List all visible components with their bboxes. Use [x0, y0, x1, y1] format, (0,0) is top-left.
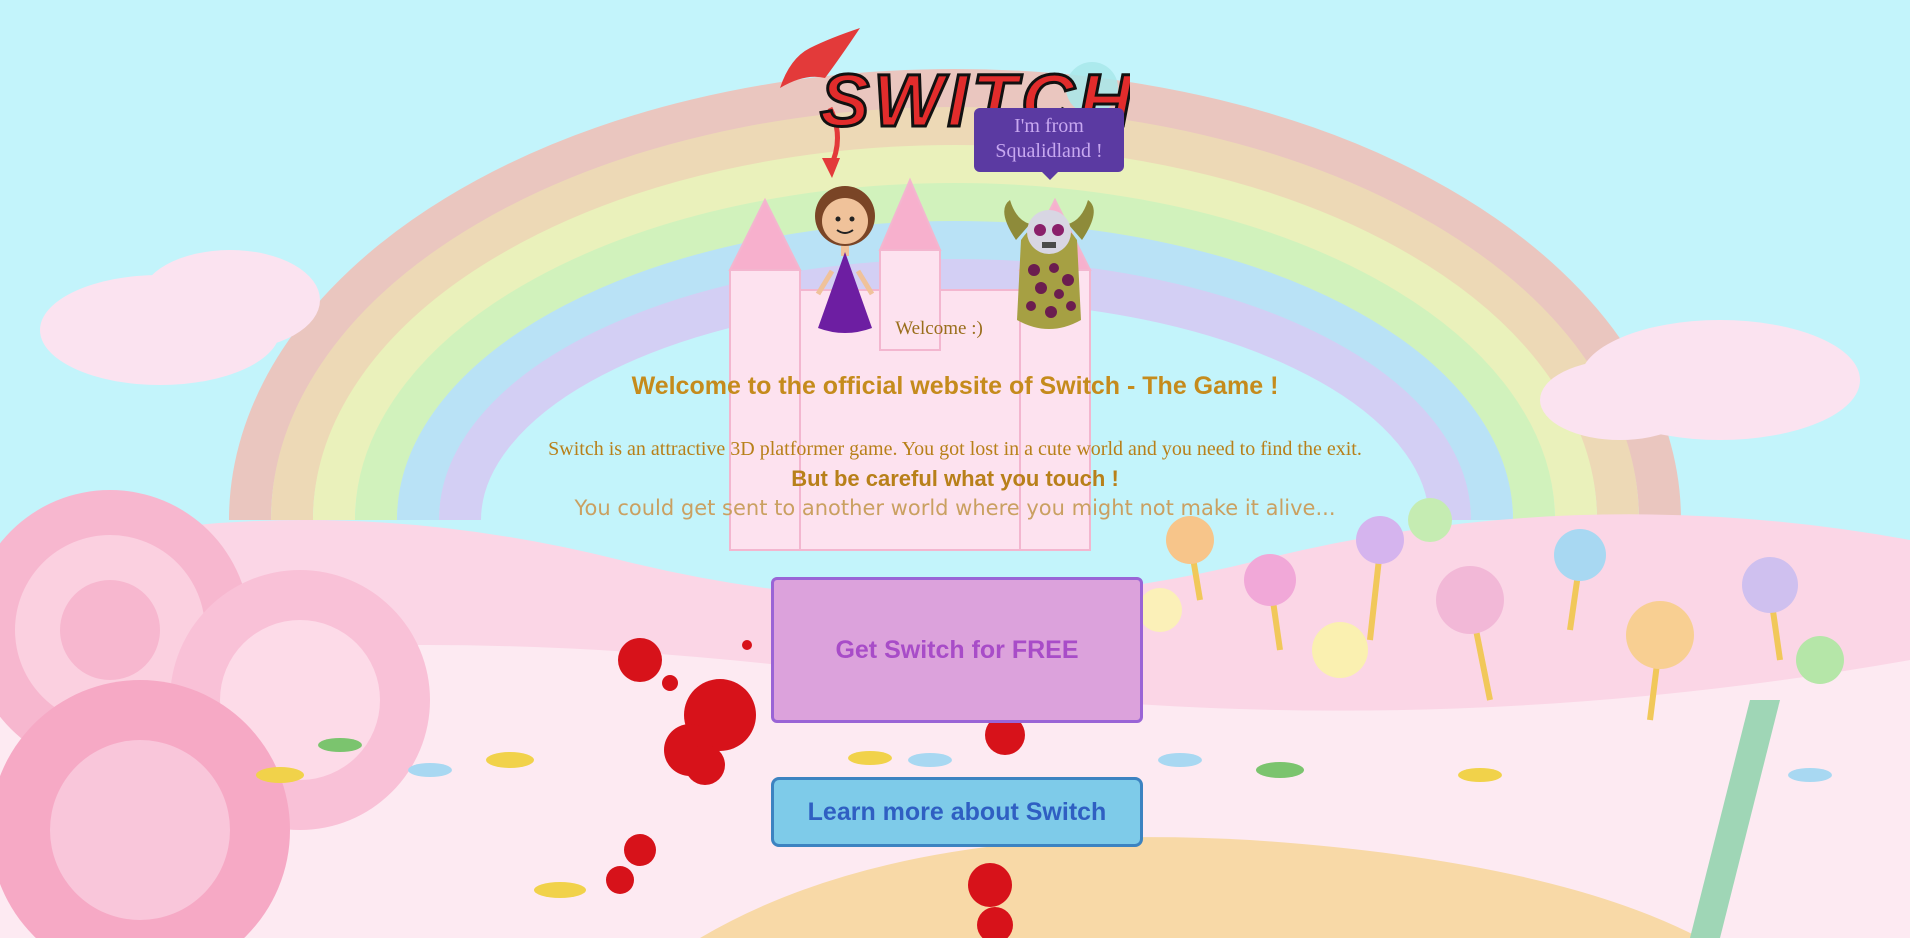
learn-more-label: Learn more about Switch	[807, 797, 1107, 826]
monster-character	[1004, 200, 1094, 329]
welcome-greeting: Welcome :)	[895, 318, 983, 339]
speech-bubble-line1: I'm from	[1014, 115, 1084, 137]
warning-text: You could get sent to another world wher…	[574, 496, 1336, 520]
speech-bubble: I'm from Squalidland !	[974, 108, 1124, 180]
get-switch-free-label: Get Switch for FREE	[835, 635, 1079, 664]
speech-bubble-line2: Squalidland !	[995, 140, 1103, 162]
page-headline: Welcome to the official website of Switc…	[631, 372, 1279, 400]
game-description: Switch is an attractive 3D platformer ga…	[548, 438, 1362, 460]
learn-more-button[interactable]: Learn more about Switch	[771, 777, 1143, 847]
girl-character	[815, 186, 875, 333]
get-switch-free-button[interactable]: Get Switch for FREE	[771, 577, 1143, 723]
careful-notice: But be careful what you touch !	[791, 466, 1119, 491]
